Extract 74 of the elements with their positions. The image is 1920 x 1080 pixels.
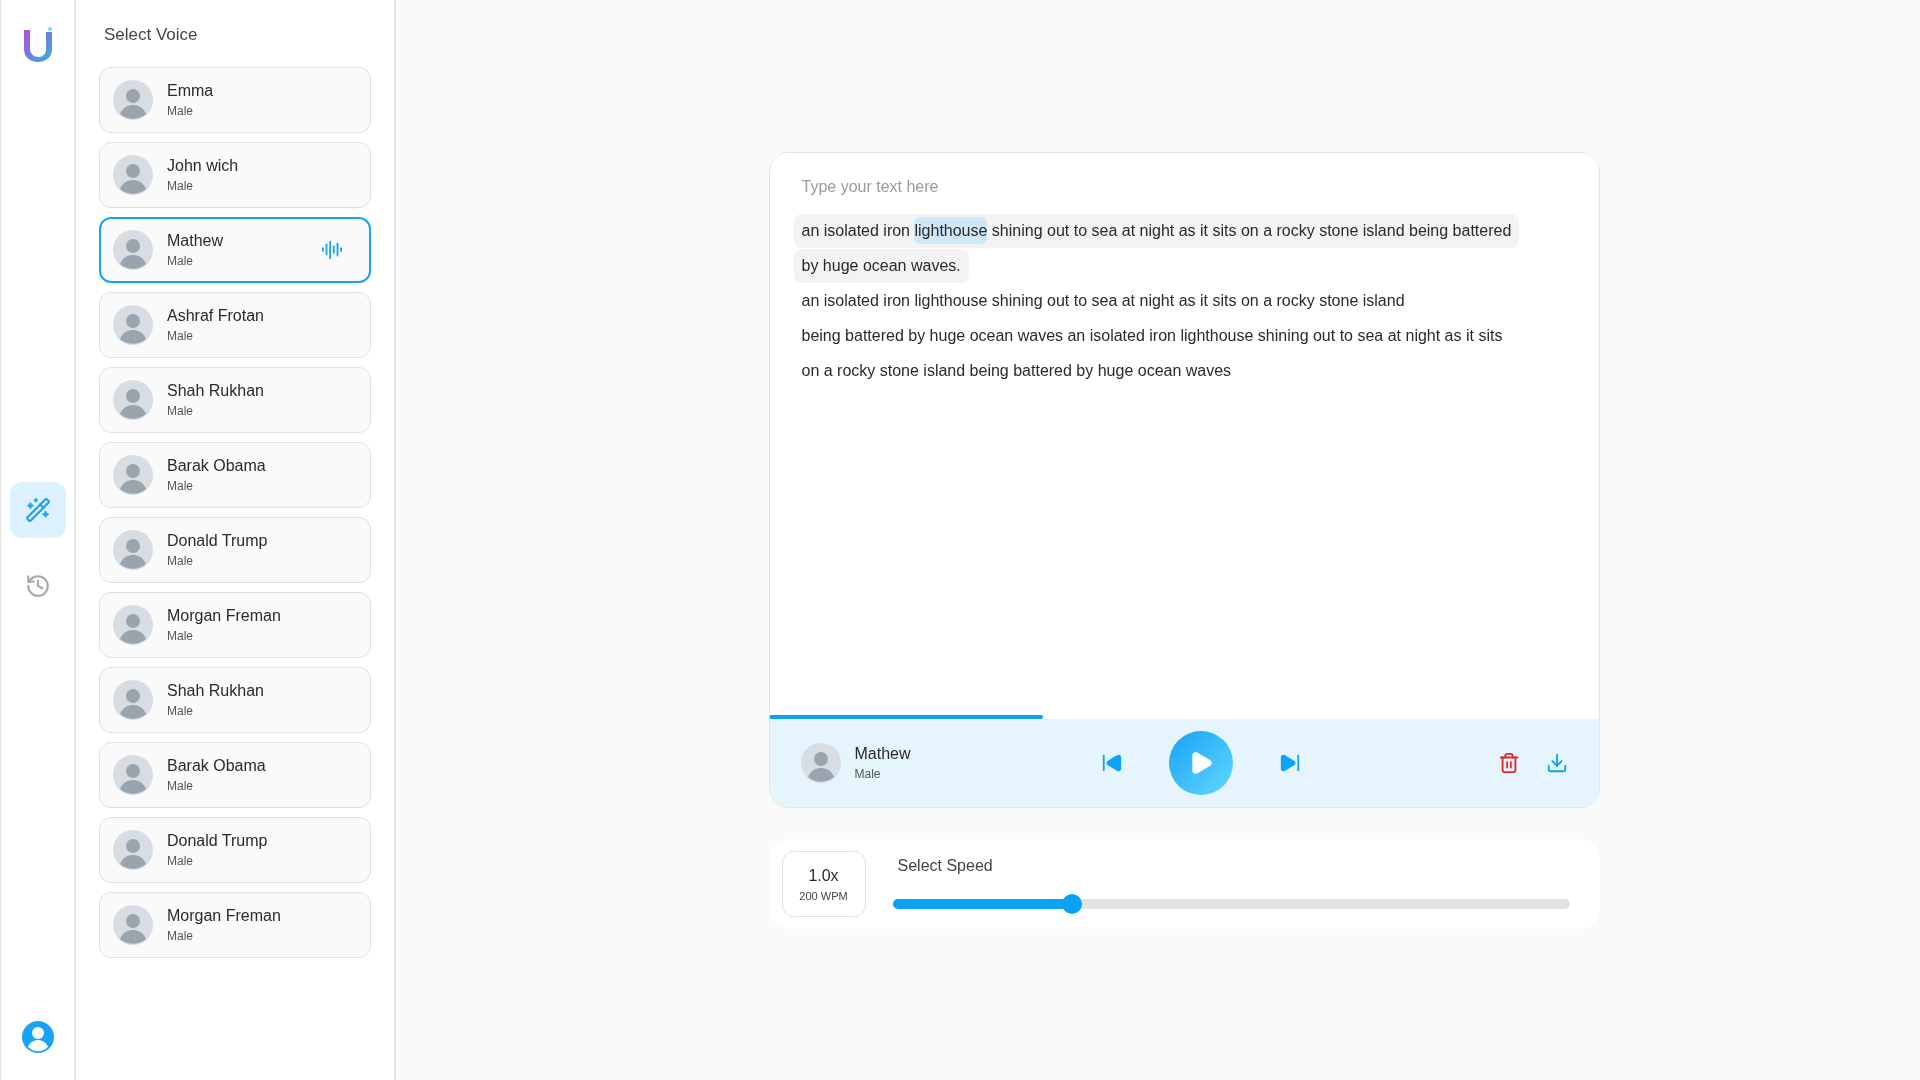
text-line: being battered by huge ocean waves an isolated iron lighthouse shining out to sea at night as it sits [800, 325, 1504, 346]
text-line: on a rocky stone island being battered by huge ocean waves [800, 360, 1233, 381]
voice-card[interactable]: Donald Trump Male [99, 816, 371, 883]
voice-gender: Male [167, 627, 194, 645]
avatar-silhouette [113, 304, 153, 345]
voice-name: John wich [167, 155, 240, 176]
voice-card[interactable]: Mathew Male [99, 216, 371, 283]
nav-button[interactable] [9, 482, 66, 538]
voice-gender: Male [167, 402, 194, 420]
voice-card[interactable]: Morgan Freman Male [99, 591, 371, 658]
skip-forward-icon [1278, 752, 1301, 774]
voice-gender: Male [167, 252, 194, 270]
voice-gender: Male [167, 852, 194, 870]
voice-name: Barak Obama [167, 755, 267, 776]
slider-thumb[interactable] [1061, 894, 1082, 914]
audio-wave-icon [321, 238, 343, 261]
skip-back-icon [1100, 752, 1123, 774]
speed-label: Select Speed [897, 856, 994, 876]
avatar-silhouette [113, 604, 153, 645]
text-placeholder: Type your text here [800, 177, 940, 197]
download-icon [1545, 752, 1568, 774]
avatar-silhouette [113, 529, 153, 570]
voice-card[interactable]: Shah Rukhan Male [99, 666, 371, 733]
voice-gender: Male [167, 177, 194, 195]
delete-button[interactable] [1497, 752, 1520, 774]
words-per-minute: 200 WPM [799, 888, 848, 904]
voice-gender: Male [167, 702, 194, 720]
user-profile-icon[interactable] [20, 1020, 55, 1054]
voice-name: Mathew [167, 230, 225, 251]
avatar-silhouette [113, 754, 153, 795]
voice-card[interactable]: Shah Rukhan Male [99, 366, 371, 433]
voice-card[interactable]: Ashraf Frotan Male [99, 291, 371, 358]
panel-title: Select Voice [103, 24, 199, 46]
player-voice-name: Mathew [854, 744, 912, 764]
avatar-silhouette [113, 904, 153, 945]
previous-button[interactable] [1100, 752, 1123, 774]
trash-icon [1497, 752, 1520, 774]
voice-name: Morgan Freman [167, 905, 282, 926]
voice-card[interactable]: John wich Male [99, 141, 371, 208]
voice-gender: Male [167, 477, 194, 495]
speed-value: 1.0x [808, 865, 839, 886]
voice-gender: Male [167, 927, 194, 945]
voice-gender: Male [167, 102, 194, 120]
next-button[interactable] [1278, 752, 1301, 774]
magic-wand-icon [24, 497, 51, 523]
voice-card[interactable]: Morgan Freman Male [99, 891, 371, 958]
download-button[interactable] [1545, 752, 1568, 774]
avatar-silhouette [113, 829, 153, 870]
avatar-silhouette [113, 229, 153, 270]
voice-gender: Male [167, 777, 194, 795]
history-icon [24, 573, 51, 599]
voice-name: Morgan Freman [167, 605, 282, 626]
avatar-silhouette [113, 379, 153, 420]
voice-card[interactable]: Barak Obama Male [99, 741, 371, 808]
voice-name: Donald Trump [167, 530, 269, 551]
avatar-silhouette [113, 154, 153, 195]
voice-name: Emma [167, 80, 215, 101]
voice-name: Ashraf Frotan [167, 305, 265, 326]
voice-card[interactable]: Emma Male [99, 66, 371, 133]
voice-name: Shah Rukhan [167, 680, 265, 701]
voice-card[interactable]: Donald Trump Male [99, 516, 371, 583]
voice-name: Barak Obama [167, 455, 267, 476]
avatar-silhouette [113, 679, 153, 720]
avatar-silhouette [113, 79, 153, 120]
voice-gender: Male [167, 327, 194, 345]
avatar-silhouette [113, 454, 153, 495]
avatar-silhouette [800, 743, 841, 783]
speed-slider[interactable] [892, 894, 1570, 914]
player-voice-gender: Male [854, 766, 882, 783]
voice-card[interactable]: Barak Obama Male [99, 441, 371, 508]
voice-gender: Male [167, 552, 194, 570]
voice-name: Donald Trump [167, 830, 269, 851]
text-line: an isolated iron lighthouse shining out to sea at night as it sits on a rocky stone island [800, 290, 1406, 311]
voice-name: Shah Rukhan [167, 380, 265, 401]
